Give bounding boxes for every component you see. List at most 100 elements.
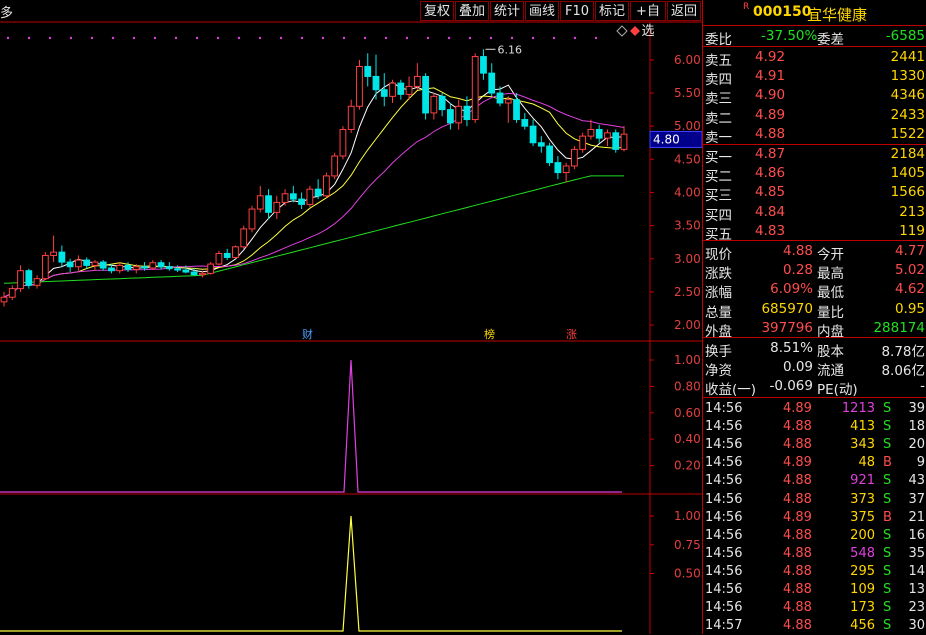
- weicha-label: 委差: [817, 32, 844, 48]
- tick-row[interactable]: 14:56 4.89 1213 S 39: [703, 400, 926, 418]
- tick-row[interactable]: 14:56 4.88 343 S 20: [703, 436, 926, 454]
- asks-row[interactable]: 卖四 4.91 1330: [703, 67, 926, 88]
- asks-price: 4.91: [755, 68, 786, 85]
- fundamental-label: 换手: [705, 344, 732, 360]
- candle-body: [323, 175, 330, 197]
- asks-row[interactable]: 卖二 4.89 2433: [703, 106, 926, 127]
- statistics-button[interactable]: 统计: [490, 1, 524, 21]
- tick-row[interactable]: 14:56 4.88 109 S 13: [703, 581, 926, 599]
- top-marker-dot: [300, 36, 304, 40]
- ind1-tick-label: 0.40: [674, 432, 701, 446]
- divider: [703, 240, 926, 241]
- bids-row[interactable]: 买五 4.83 119: [703, 222, 926, 243]
- tick-time: 14:56: [705, 437, 743, 453]
- candle-body: [438, 95, 446, 111]
- f10-button[interactable]: F10: [560, 1, 594, 21]
- tick-row[interactable]: 14:57 4.88 456 S 30: [703, 617, 926, 635]
- tick-row[interactable]: 14:56 4.88 295 S 14: [703, 563, 926, 581]
- tick-price: 4.88: [783, 600, 812, 616]
- asks-row[interactable]: 卖五 4.92 2441: [703, 48, 926, 69]
- candle-body: [397, 82, 405, 95]
- candle-body: [41, 254, 49, 280]
- stat-label: 今开: [817, 247, 844, 263]
- top-marker-dot: [552, 36, 556, 40]
- fundamental-label: PE(动): [817, 382, 858, 399]
- stock-title: R 000150 宜华健康: [703, 0, 926, 24]
- candle-body: [529, 125, 537, 144]
- candle-body: [190, 271, 198, 276]
- price-tick-label: 6.00: [674, 53, 701, 67]
- candle-body: [248, 208, 256, 230]
- stat-value: 397796: [761, 319, 813, 336]
- ind2-tick-label: 1.00: [674, 509, 701, 523]
- price-tick-label: 4.50: [674, 152, 701, 166]
- price-tick-label: 5.50: [674, 86, 701, 100]
- top-marker-dot: [258, 36, 262, 40]
- tick-row[interactable]: 14:56 4.88 413 S 18: [703, 418, 926, 436]
- tick-count: 39: [908, 401, 925, 416]
- candle-body: [389, 82, 396, 97]
- asks-row[interactable]: 卖一 4.88 1522: [703, 125, 926, 146]
- candle-body: [422, 75, 429, 114]
- candle-body: [174, 268, 181, 271]
- tick-volume: 109: [850, 582, 875, 597]
- bids-row[interactable]: 买三 4.85 1566: [703, 183, 926, 205]
- fuquan-button[interactable]: 复权: [420, 1, 454, 21]
- high-price-label: 6.16: [497, 43, 522, 56]
- candle-body: [405, 85, 413, 95]
- candle-body: [108, 267, 115, 272]
- bids-row[interactable]: 买一 4.87 2184: [703, 145, 926, 166]
- tick-volume: 1213: [841, 401, 875, 416]
- tick-volume: 343: [850, 437, 875, 453]
- draw-line-button[interactable]: 画线: [525, 1, 559, 21]
- stats-row: 涨跌 0.28 最高 5.02: [703, 261, 926, 283]
- tick-row[interactable]: 14:56 4.88 373 S 37: [703, 491, 926, 509]
- candle-body: [207, 263, 215, 274]
- stat-label: 涨跌: [705, 266, 732, 283]
- top-marker-dot: [216, 36, 220, 40]
- tick-side: S: [883, 582, 892, 597]
- top-marker-dot: [48, 36, 52, 40]
- candle-body: [66, 261, 74, 268]
- candle-body: [75, 259, 82, 268]
- mark-button[interactable]: 标记: [595, 1, 629, 21]
- add-watchlist-button[interactable]: +自选: [630, 1, 666, 39]
- tick-row[interactable]: 14:56 4.89 48 B 9: [703, 454, 926, 472]
- top-marker-dot: [594, 36, 598, 40]
- tick-row[interactable]: 14:56 4.88 200 S 16: [703, 527, 926, 545]
- top-marker-dot: [573, 36, 577, 40]
- stat-value: 0.28: [782, 262, 813, 279]
- candle-body: [496, 92, 504, 104]
- stat-label: 总量: [705, 304, 732, 321]
- tick-time: 14:56: [705, 419, 743, 435]
- bids-row[interactable]: 买二 4.86 1405: [703, 164, 926, 185]
- tick-row[interactable]: 14:56 4.88 921 S 43: [703, 472, 926, 490]
- asks-price: 4.90: [755, 87, 786, 104]
- tick-row[interactable]: 14:56 4.89 375 B 21: [703, 509, 926, 527]
- kline-chart[interactable]: 6.005.505.004.504.003.503.002.502.004.80…: [0, 0, 702, 634]
- overlay-button[interactable]: 叠加: [455, 1, 489, 21]
- stat-label: 最高: [817, 266, 844, 283]
- bids-level-label: 买三: [705, 188, 732, 205]
- tick-row[interactable]: 14:56 4.88 548 S 35: [703, 545, 926, 563]
- candle-body: [273, 201, 281, 213]
- tick-side: S: [883, 401, 892, 416]
- tick-time: 14:56: [705, 491, 743, 507]
- asks-level-label: 卖五: [705, 53, 732, 69]
- fundamental-value: -: [920, 378, 925, 395]
- tick-row[interactable]: 14:56 4.88 173 S 23: [703, 599, 926, 617]
- candle-body: [372, 75, 380, 91]
- bids-row[interactable]: 买四 4.84 213: [703, 203, 926, 224]
- fundamental-value: 8.06亿: [881, 363, 925, 380]
- back-button[interactable]: 返回: [667, 1, 701, 21]
- tick-side: S: [883, 437, 892, 453]
- tick-volume: 548: [850, 545, 875, 561]
- tick-side: B: [883, 455, 892, 471]
- margin-flag: R: [743, 2, 750, 12]
- menu-more[interactable]: 多: [0, 2, 13, 21]
- top-marker-dot: [489, 36, 493, 40]
- candle-body: [579, 135, 587, 150]
- tick-side: S: [883, 419, 892, 435]
- bids-level-label: 买四: [705, 207, 732, 224]
- asks-row[interactable]: 卖三 4.90 4346: [703, 86, 926, 107]
